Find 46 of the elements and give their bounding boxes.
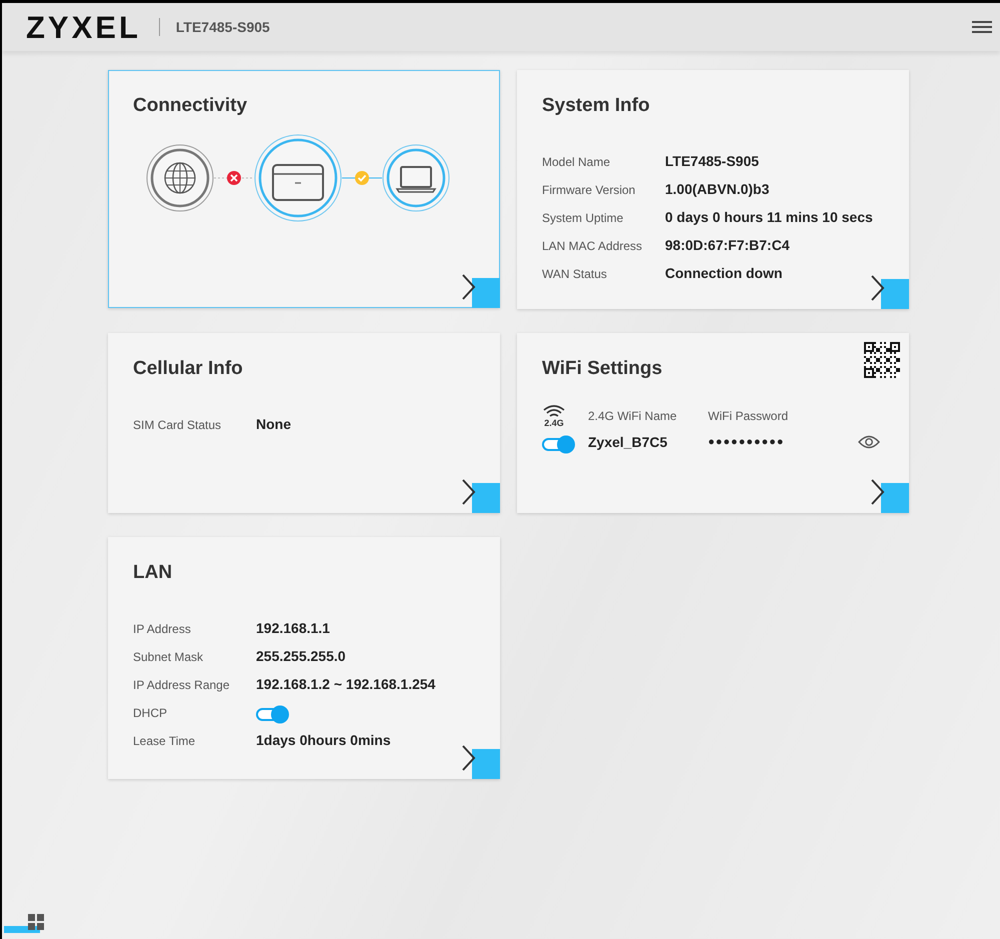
next-button[interactable] bbox=[869, 478, 909, 513]
menu-icon[interactable] bbox=[972, 19, 992, 35]
field-label: Subnet Mask bbox=[133, 648, 204, 666]
field-label: DHCP bbox=[133, 704, 168, 722]
field-label: WAN Status bbox=[542, 266, 608, 283]
field-value: 255.255.255.0 bbox=[256, 647, 346, 666]
field-label: SIM Card Status bbox=[133, 416, 222, 434]
field-label: WiFi Password bbox=[708, 408, 790, 426]
apps-button[interactable] bbox=[4, 912, 46, 934]
next-button[interactable] bbox=[460, 274, 500, 308]
field-value: 1.00(ABVN.0)b3 bbox=[665, 180, 770, 200]
show-password-icon[interactable] bbox=[858, 435, 880, 450]
password-value: ●●●●●●●●●● bbox=[708, 434, 786, 450]
next-button[interactable] bbox=[460, 744, 500, 779]
next-button[interactable] bbox=[460, 478, 500, 513]
next-button[interactable] bbox=[869, 274, 909, 309]
field-label: Model Name bbox=[542, 154, 612, 171]
field-label: LAN MAC Address bbox=[542, 238, 644, 255]
globe-icon bbox=[146, 144, 214, 212]
field-label: IP Address Range bbox=[133, 676, 231, 694]
card-title: LAN bbox=[133, 562, 174, 585]
qr-code-icon bbox=[864, 342, 900, 378]
card-title: Cellular Info bbox=[133, 358, 244, 381]
logo: ZYXEL bbox=[26, 12, 141, 42]
card-title: WiFi Settings bbox=[542, 358, 664, 381]
field-value: Connection down bbox=[665, 264, 782, 284]
field-label: System Uptime bbox=[542, 210, 624, 227]
field-value: 192.168.1.1 bbox=[256, 619, 330, 638]
card-title: System Info bbox=[542, 95, 651, 118]
model-name: LTE7485-S905 bbox=[176, 18, 270, 36]
field-value: 192.168.1.2 ~ 192.168.1.254 bbox=[256, 675, 436, 694]
laptop-icon bbox=[382, 144, 450, 212]
field-value: LTE7485-S905 bbox=[665, 152, 759, 172]
toggle-switch[interactable] bbox=[256, 702, 290, 723]
band-label: 2.4G bbox=[544, 418, 564, 428]
field-label: IP Address bbox=[133, 620, 192, 638]
field-value: 1days 0hours 0mins bbox=[256, 731, 391, 750]
field-value: 0 days 0 hours 11 mins 10 secs bbox=[665, 208, 873, 228]
field-label: Lease Time bbox=[133, 732, 196, 750]
field-value: 98:0D:67:F7:B7:C4 bbox=[665, 236, 790, 256]
card-title: Connectivity bbox=[133, 95, 248, 118]
field-label: Firmware Version bbox=[542, 182, 636, 199]
wifi-name: Zyxel_B7C5 bbox=[588, 432, 668, 452]
wifi-icon bbox=[543, 404, 565, 419]
router-icon bbox=[254, 134, 342, 222]
field-value: None bbox=[256, 415, 291, 434]
